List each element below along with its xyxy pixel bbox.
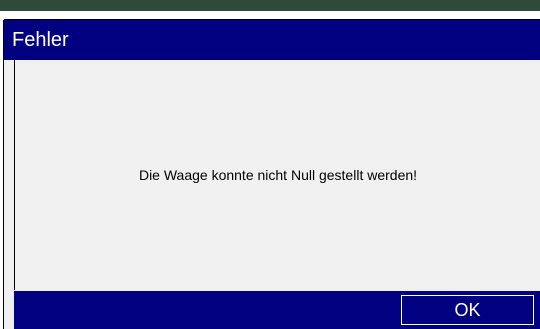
dialog-title: Fehler	[12, 29, 69, 51]
ok-button[interactable]: OK	[401, 295, 534, 325]
background-window-strip	[0, 0, 540, 11]
dialog-content: Die Waage konnte nicht Null gestellt wer…	[14, 60, 540, 290]
dialog-footer: OK	[14, 291, 540, 329]
error-message: Die Waage konnte nicht Null gestellt wer…	[138, 167, 418, 183]
error-dialog: Fehler Die Waage konnte nicht Null geste…	[4, 20, 540, 329]
dialog-titlebar: Fehler	[4, 20, 540, 60]
